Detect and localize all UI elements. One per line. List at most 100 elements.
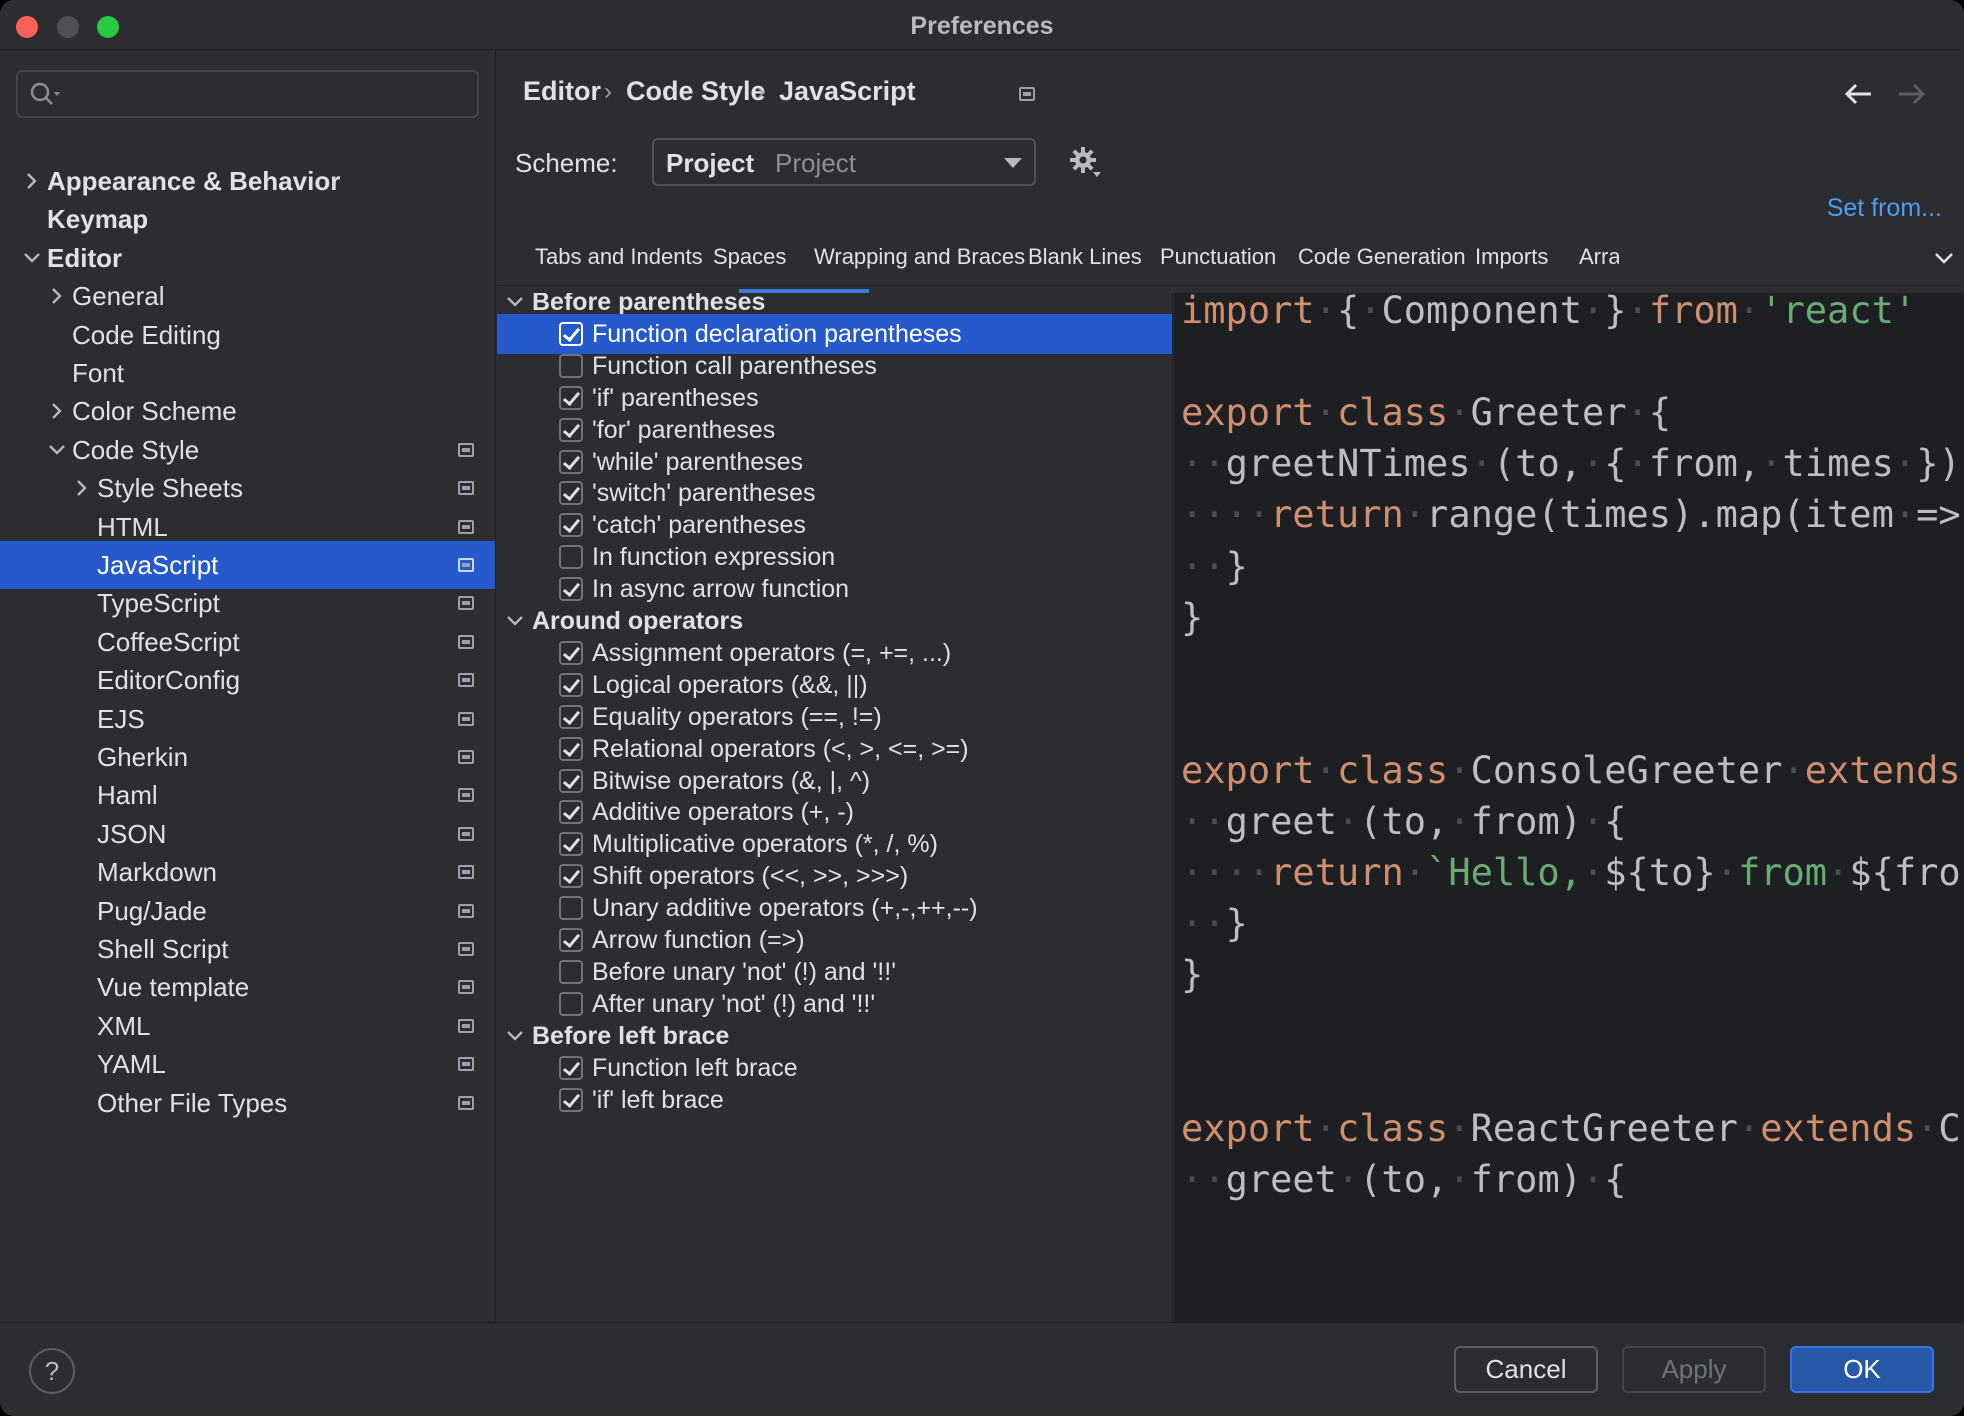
code-whitespace-marker: · [1359,293,1382,332]
settings-panel: Editor › Code Style › JavaScript Scheme:… [497,50,1964,1322]
tab-punctuation[interactable]: Punctuation [1160,244,1276,270]
help-button[interactable]: ? [29,1348,75,1394]
option-checkbox[interactable] [559,704,583,729]
option-checkbox[interactable] [559,449,583,474]
code-whitespace-marker: · [1581,293,1605,332]
breadcrumb-editor[interactable]: Editor [523,76,601,107]
code-string: 'react' [1760,293,1917,332]
code-token: (to, [1359,800,1449,843]
code-token: greetNTimes [1225,442,1471,486]
option-checkbox[interactable] [559,481,583,506]
option-checkbox[interactable] [559,1087,583,1112]
chevron-down-icon[interactable] [1933,250,1955,266]
option-checkbox[interactable] [559,864,583,889]
ok-button[interactable]: OK [1790,1346,1934,1393]
code-token: range(times).map(item [1426,493,1894,537]
code-style-tabs: Tabs and Indents Spaces Wrapping and Bra… [497,240,1964,286]
scheme-sub-value: Project [775,148,856,178]
code-token: C [1938,1106,1961,1150]
option-checkbox[interactable] [559,768,583,793]
option-checkbox[interactable] [559,1055,583,1080]
code-line: ····return·range(times).map(item·=> [1181,493,1961,536]
project-scope-icon [458,1057,474,1072]
code-preview: import·{·Component·}·from·'react' export·… [1174,293,1964,1322]
option-checkbox[interactable] [559,928,583,952]
apply-button[interactable]: Apply [1622,1346,1766,1393]
code-whitespace-marker: · [1448,391,1471,435]
code-token: greet [1225,1157,1337,1201]
set-from-link[interactable]: Set from... [1827,194,1942,223]
tab-spaces[interactable]: Spaces [713,244,786,270]
scheme-dropdown[interactable]: Project Project [652,138,1036,186]
code-token: } [1604,293,1627,332]
code-keyword: extends [1804,748,1961,792]
code-whitespace-marker: · [1336,800,1360,843]
option-checkbox[interactable] [559,832,583,857]
option-checkbox[interactable] [559,321,583,346]
arrow-right-icon[interactable] [1895,80,1927,108]
code-keyword: class [1336,391,1449,435]
breadcrumb-code-style[interactable]: Code Style [626,76,766,107]
code-whitespace-marker: · [1782,748,1805,792]
code-whitespace-marker: · [1448,800,1471,843]
breadcrumb-javascript: JavaScript [779,76,916,106]
code-token: } [1225,544,1248,588]
code-line: ··greet·(to,·from)·{ [1181,800,1627,843]
gear-icon[interactable] [1069,146,1103,180]
settings-search-input[interactable] [16,70,479,118]
project-scope-icon [458,980,474,995]
code-whitespace-marker: · [1581,851,1605,895]
code-token: } [1181,953,1204,997]
code-whitespace-marker: · [1403,493,1427,537]
arrow-left-icon[interactable] [1843,80,1875,108]
project-scope-icon [458,673,474,688]
code-whitespace-marker: ·· [1181,442,1226,486]
spaces-options-list: Before parentheses Function declaration p… [497,293,1173,1322]
tab-code-generation[interactable]: Code Generation [1298,244,1466,270]
project-scope-icon [458,519,474,534]
tab-arrangement[interactable]: Arra [1579,244,1619,270]
code-line: export·class·ReactGreeter·extends·C [1181,1107,1961,1150]
tab-imports[interactable]: Imports [1475,244,1548,270]
cancel-button[interactable]: Cancel [1454,1346,1598,1393]
code-whitespace-marker: · [1916,1106,1939,1150]
option-checkbox[interactable] [559,353,583,378]
option-label: 'if' left brace [592,1085,724,1114]
code-whitespace-marker: · [1737,293,1761,332]
code-keyword: extends [1760,1106,1917,1150]
project-scope-icon [458,788,474,803]
option-checkbox[interactable] [559,736,583,761]
option-row[interactable]: 'if' left brace [497,1080,1172,1120]
code-whitespace-marker: · [1737,1106,1761,1150]
option-checkbox[interactable] [559,896,583,921]
option-checkbox[interactable] [559,513,583,538]
option-checkbox[interactable] [559,577,583,602]
tab-blank-lines[interactable]: Blank Lines [1028,244,1142,270]
option-checkbox[interactable] [559,991,583,1016]
sidebar-item-other-file-types[interactable]: Other File Types [0,1079,495,1127]
chevron-down-icon [1004,158,1022,168]
option-checkbox[interactable] [559,959,583,984]
tab-tabs-and-indents[interactable]: Tabs and Indents [535,244,703,270]
code-whitespace-marker: ·· [1181,800,1226,843]
code-whitespace-marker: · [1626,442,1649,486]
option-checkbox[interactable] [559,640,583,665]
code-string: `Hello, [1426,851,1582,895]
code-keyword: return [1270,851,1404,895]
code-line: } [1181,596,1203,639]
code-whitespace-marker: · [1715,851,1738,895]
code-token: from) [1470,1157,1583,1201]
code-line: import·{·Component·}·from·'react' [1181,293,1916,332]
tab-wrapping-and-braces[interactable]: Wrapping and Braces [814,244,1025,270]
option-checkbox[interactable] [559,385,583,410]
option-checkbox[interactable] [559,417,583,442]
option-checkbox[interactable] [559,672,583,697]
code-whitespace-marker: ···· [1181,493,1271,537]
code-whitespace-marker: · [1448,1157,1471,1201]
code-token: from, [1648,442,1761,486]
scheme-value: Project [666,148,755,178]
option-checkbox[interactable] [559,800,583,825]
code-token: (to, [1492,442,1582,486]
code-whitespace-marker: · [1827,851,1850,895]
option-checkbox[interactable] [559,545,583,570]
